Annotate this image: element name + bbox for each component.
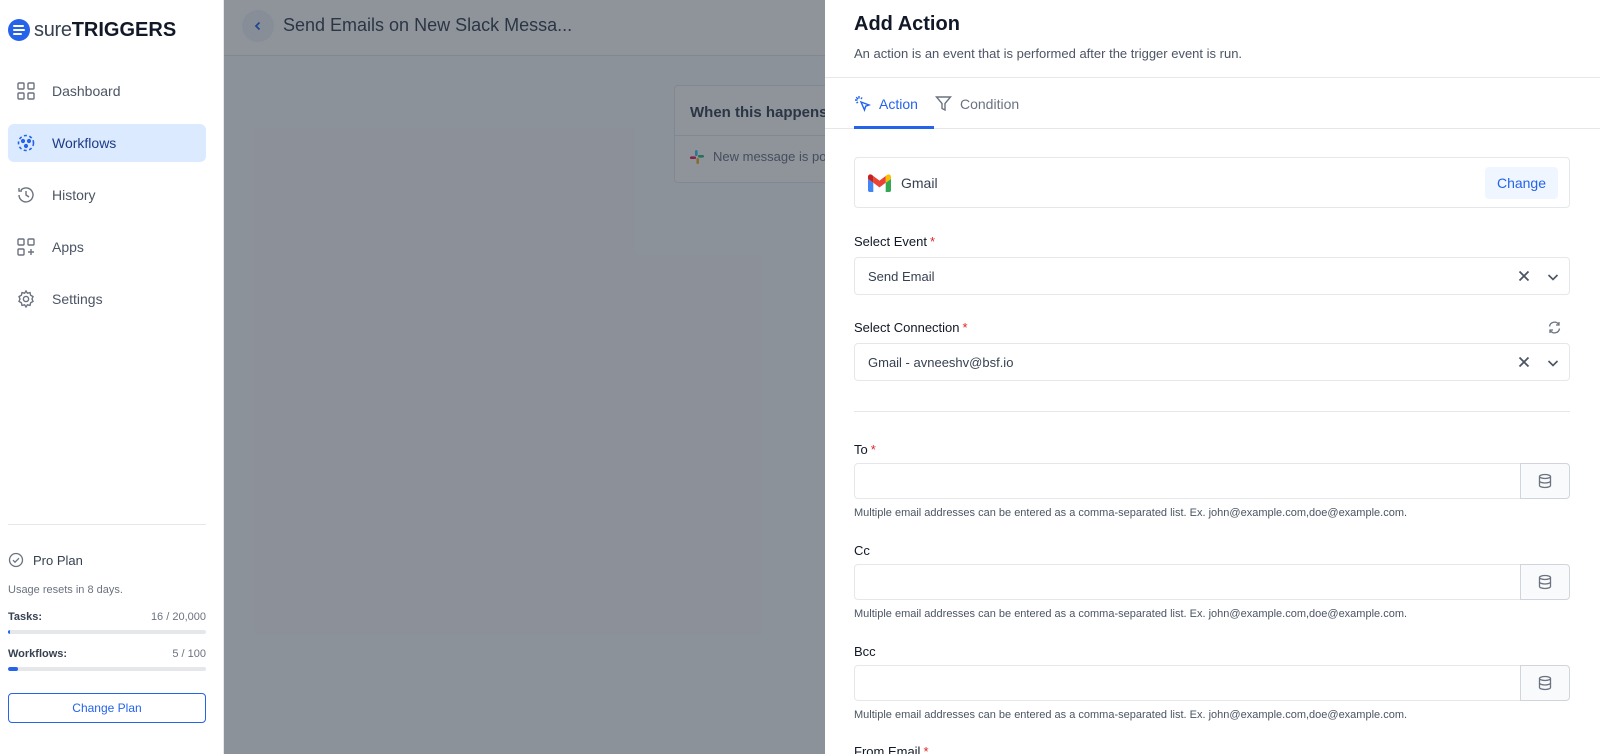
plan-reset-text: Usage resets in 8 days. bbox=[8, 584, 123, 596]
sidebar: sureTRIGGERS Dashboard Workflows History… bbox=[0, 0, 224, 754]
apps-icon bbox=[17, 238, 35, 256]
selected-app-card: Gmail Change bbox=[854, 157, 1570, 208]
sidebar-item-label: Workflows bbox=[52, 135, 117, 151]
bcc-label: Bcc bbox=[854, 644, 876, 659]
logo-text: sureTRIGGERS bbox=[34, 18, 177, 41]
sidebar-item-workflows[interactable]: Workflows bbox=[8, 124, 206, 162]
sidebar-item-label: History bbox=[52, 187, 96, 203]
database-icon bbox=[1538, 675, 1552, 691]
tasks-progress-bar bbox=[8, 630, 206, 634]
chevron-down-icon[interactable] bbox=[1546, 356, 1560, 370]
sidebar-item-settings[interactable]: Settings bbox=[8, 280, 206, 318]
from-email-label: From Email * bbox=[854, 744, 929, 754]
add-action-drawer: Add Action An action is an event that is… bbox=[825, 0, 1600, 754]
drawer-tabs: Action Condition bbox=[825, 78, 1600, 129]
bcc-input[interactable] bbox=[854, 665, 1521, 701]
plan-title: Pro Plan bbox=[8, 552, 83, 568]
change-app-button[interactable]: Change bbox=[1484, 167, 1558, 199]
sidebar-item-label: Settings bbox=[52, 291, 103, 307]
required-marker: * bbox=[930, 234, 936, 249]
drawer-subtitle: An action is an event that is performed … bbox=[854, 46, 1243, 61]
bcc-help-text: Multiple email addresses can be entered … bbox=[854, 709, 1408, 721]
logo[interactable]: sureTRIGGERS bbox=[8, 18, 176, 42]
to-input[interactable] bbox=[854, 463, 1521, 499]
sidebar-nav: Dashboard Workflows History Apps Setting… bbox=[8, 72, 206, 332]
sidebar-item-history[interactable]: History bbox=[8, 176, 206, 214]
required-marker: * bbox=[962, 320, 968, 335]
clear-icon[interactable] bbox=[1517, 269, 1531, 283]
sidebar-item-apps[interactable]: Apps bbox=[8, 228, 206, 266]
grid-icon bbox=[17, 82, 35, 100]
change-plan-button[interactable]: Change Plan bbox=[8, 693, 206, 723]
drawer-title: Add Action bbox=[854, 13, 960, 35]
select-event-dropdown[interactable]: Send Email bbox=[854, 257, 1570, 295]
drawer-header: Add Action An action is an event that is… bbox=[825, 0, 1600, 78]
active-tab-indicator bbox=[854, 126, 934, 129]
to-help-text: Multiple email addresses can be entered … bbox=[854, 507, 1408, 519]
workflows-progress-bar bbox=[8, 667, 206, 671]
sidebar-item-label: Dashboard bbox=[52, 83, 121, 99]
chevron-down-icon[interactable] bbox=[1546, 270, 1560, 284]
sidebar-item-label: Apps bbox=[52, 239, 84, 255]
refresh-icon[interactable] bbox=[1547, 320, 1562, 335]
insert-data-button[interactable] bbox=[1520, 564, 1570, 600]
database-icon bbox=[1538, 473, 1552, 489]
gear-icon bbox=[18, 289, 34, 309]
history-icon bbox=[18, 187, 34, 203]
clear-icon[interactable] bbox=[1517, 355, 1531, 369]
workflows-stat: Workflows: 5 / 100 bbox=[8, 648, 206, 660]
database-icon bbox=[1538, 574, 1552, 590]
workflow-icon bbox=[17, 134, 35, 152]
insert-data-button[interactable] bbox=[1520, 665, 1570, 701]
cc-help-text: Multiple email addresses can be entered … bbox=[854, 608, 1408, 620]
check-circle-icon bbox=[8, 552, 24, 568]
gmail-icon bbox=[868, 173, 891, 192]
cc-label: Cc bbox=[854, 543, 870, 558]
to-label: To * bbox=[854, 442, 876, 457]
select-connection-label: Select Connection * bbox=[854, 320, 968, 335]
tab-condition[interactable]: Condition bbox=[935, 78, 1019, 129]
select-event-label: Select Event * bbox=[854, 234, 936, 249]
section-divider bbox=[854, 411, 1570, 412]
filter-icon bbox=[935, 96, 952, 112]
required-marker: * bbox=[923, 744, 929, 754]
cursor-click-icon bbox=[855, 96, 871, 112]
sidebar-item-dashboard[interactable]: Dashboard bbox=[8, 72, 206, 110]
tab-action[interactable]: Action bbox=[854, 78, 918, 129]
plan-divider bbox=[8, 524, 206, 525]
cc-input[interactable] bbox=[854, 564, 1521, 600]
required-marker: * bbox=[870, 442, 876, 457]
tasks-stat: Tasks: 16 / 20,000 bbox=[8, 611, 206, 623]
insert-data-button[interactable] bbox=[1520, 463, 1570, 499]
logo-icon bbox=[8, 19, 30, 41]
select-connection-dropdown[interactable]: Gmail - avneeshv@bsf.io bbox=[854, 343, 1570, 381]
app-name: Gmail bbox=[901, 174, 938, 191]
